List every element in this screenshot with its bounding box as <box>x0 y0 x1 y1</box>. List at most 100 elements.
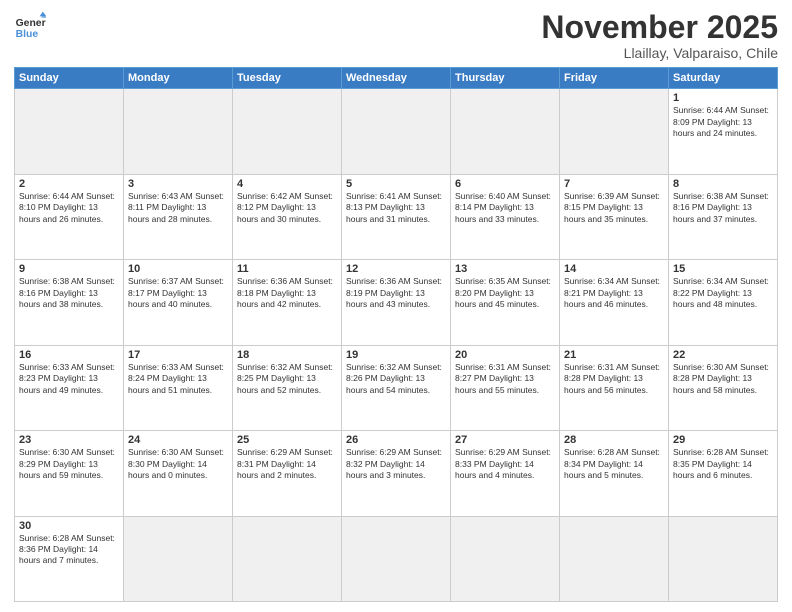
cell-date: 7 <box>564 178 664 190</box>
table-row: 23Sunrise: 6:30 AM Sunset: 8:29 PM Dayli… <box>15 431 124 516</box>
title-block: November 2025 Llaillay, Valparaiso, Chil… <box>541 10 778 61</box>
cell-date: 2 <box>19 178 119 190</box>
cell-info: Sunrise: 6:30 AM Sunset: 8:28 PM Dayligh… <box>673 362 773 396</box>
day-tuesday: Tuesday <box>233 68 342 89</box>
cell-date: 11 <box>237 263 337 275</box>
cell-info: Sunrise: 6:32 AM Sunset: 8:26 PM Dayligh… <box>346 362 446 396</box>
table-row <box>233 516 342 601</box>
cell-info: Sunrise: 6:39 AM Sunset: 8:15 PM Dayligh… <box>564 191 664 225</box>
table-row <box>124 89 233 174</box>
cell-date: 28 <box>564 434 664 446</box>
table-row: 22Sunrise: 6:30 AM Sunset: 8:28 PM Dayli… <box>669 345 778 430</box>
table-row <box>342 516 451 601</box>
cell-info: Sunrise: 6:40 AM Sunset: 8:14 PM Dayligh… <box>455 191 555 225</box>
table-row: 25Sunrise: 6:29 AM Sunset: 8:31 PM Dayli… <box>233 431 342 516</box>
svg-text:Blue: Blue <box>16 29 39 40</box>
table-row <box>560 516 669 601</box>
logo: General Blue <box>14 10 46 42</box>
cell-date: 25 <box>237 434 337 446</box>
svg-text:General: General <box>16 18 46 29</box>
cell-info: Sunrise: 6:34 AM Sunset: 8:21 PM Dayligh… <box>564 276 664 310</box>
cell-info: Sunrise: 6:32 AM Sunset: 8:25 PM Dayligh… <box>237 362 337 396</box>
cell-date: 26 <box>346 434 446 446</box>
cell-date: 16 <box>19 349 119 361</box>
cell-date: 9 <box>19 263 119 275</box>
month-title: November 2025 <box>541 10 778 45</box>
cell-info: Sunrise: 6:28 AM Sunset: 8:36 PM Dayligh… <box>19 533 119 567</box>
cell-info: Sunrise: 6:37 AM Sunset: 8:17 PM Dayligh… <box>128 276 228 310</box>
table-row: 5Sunrise: 6:41 AM Sunset: 8:13 PM Daylig… <box>342 174 451 259</box>
calendar: Sunday Monday Tuesday Wednesday Thursday… <box>14 67 778 602</box>
table-row <box>124 516 233 601</box>
table-row: 15Sunrise: 6:34 AM Sunset: 8:22 PM Dayli… <box>669 260 778 345</box>
logo-icon: General Blue <box>14 10 46 42</box>
cell-info: Sunrise: 6:34 AM Sunset: 8:22 PM Dayligh… <box>673 276 773 310</box>
cell-info: Sunrise: 6:33 AM Sunset: 8:24 PM Dayligh… <box>128 362 228 396</box>
table-row: 27Sunrise: 6:29 AM Sunset: 8:33 PM Dayli… <box>451 431 560 516</box>
day-sunday: Sunday <box>15 68 124 89</box>
table-row <box>560 89 669 174</box>
calendar-header: Sunday Monday Tuesday Wednesday Thursday… <box>15 68 778 89</box>
cell-date: 12 <box>346 263 446 275</box>
cell-date: 30 <box>19 520 119 532</box>
day-wednesday: Wednesday <box>342 68 451 89</box>
table-row: 10Sunrise: 6:37 AM Sunset: 8:17 PM Dayli… <box>124 260 233 345</box>
calendar-body: 1Sunrise: 6:44 AM Sunset: 8:09 PM Daylig… <box>15 89 778 602</box>
table-row: 17Sunrise: 6:33 AM Sunset: 8:24 PM Dayli… <box>124 345 233 430</box>
cell-date: 21 <box>564 349 664 361</box>
cell-date: 3 <box>128 178 228 190</box>
cell-date: 27 <box>455 434 555 446</box>
cell-date: 23 <box>19 434 119 446</box>
cell-date: 15 <box>673 263 773 275</box>
table-row: 8Sunrise: 6:38 AM Sunset: 8:16 PM Daylig… <box>669 174 778 259</box>
cell-info: Sunrise: 6:44 AM Sunset: 8:09 PM Dayligh… <box>673 105 773 139</box>
cell-info: Sunrise: 6:41 AM Sunset: 8:13 PM Dayligh… <box>346 191 446 225</box>
cell-date: 5 <box>346 178 446 190</box>
cell-info: Sunrise: 6:43 AM Sunset: 8:11 PM Dayligh… <box>128 191 228 225</box>
cell-info: Sunrise: 6:38 AM Sunset: 8:16 PM Dayligh… <box>673 191 773 225</box>
cell-date: 19 <box>346 349 446 361</box>
table-row: 12Sunrise: 6:36 AM Sunset: 8:19 PM Dayli… <box>342 260 451 345</box>
cell-date: 17 <box>128 349 228 361</box>
table-row: 9Sunrise: 6:38 AM Sunset: 8:16 PM Daylig… <box>15 260 124 345</box>
cell-info: Sunrise: 6:29 AM Sunset: 8:31 PM Dayligh… <box>237 447 337 481</box>
table-row: 30Sunrise: 6:28 AM Sunset: 8:36 PM Dayli… <box>15 516 124 601</box>
cell-date: 14 <box>564 263 664 275</box>
days-row: Sunday Monday Tuesday Wednesday Thursday… <box>15 68 778 89</box>
table-row: 2Sunrise: 6:44 AM Sunset: 8:10 PM Daylig… <box>15 174 124 259</box>
table-row <box>451 516 560 601</box>
cell-info: Sunrise: 6:44 AM Sunset: 8:10 PM Dayligh… <box>19 191 119 225</box>
cell-date: 13 <box>455 263 555 275</box>
day-saturday: Saturday <box>669 68 778 89</box>
table-row: 28Sunrise: 6:28 AM Sunset: 8:34 PM Dayli… <box>560 431 669 516</box>
table-row: 19Sunrise: 6:32 AM Sunset: 8:26 PM Dayli… <box>342 345 451 430</box>
table-row <box>669 516 778 601</box>
cell-info: Sunrise: 6:31 AM Sunset: 8:27 PM Dayligh… <box>455 362 555 396</box>
cell-info: Sunrise: 6:28 AM Sunset: 8:34 PM Dayligh… <box>564 447 664 481</box>
table-row: 18Sunrise: 6:32 AM Sunset: 8:25 PM Dayli… <box>233 345 342 430</box>
cell-info: Sunrise: 6:33 AM Sunset: 8:23 PM Dayligh… <box>19 362 119 396</box>
cell-info: Sunrise: 6:35 AM Sunset: 8:20 PM Dayligh… <box>455 276 555 310</box>
cell-info: Sunrise: 6:42 AM Sunset: 8:12 PM Dayligh… <box>237 191 337 225</box>
cell-info: Sunrise: 6:28 AM Sunset: 8:35 PM Dayligh… <box>673 447 773 481</box>
table-row: 4Sunrise: 6:42 AM Sunset: 8:12 PM Daylig… <box>233 174 342 259</box>
table-row <box>451 89 560 174</box>
table-row <box>342 89 451 174</box>
cell-info: Sunrise: 6:29 AM Sunset: 8:33 PM Dayligh… <box>455 447 555 481</box>
cell-info: Sunrise: 6:30 AM Sunset: 8:29 PM Dayligh… <box>19 447 119 481</box>
cell-info: Sunrise: 6:38 AM Sunset: 8:16 PM Dayligh… <box>19 276 119 310</box>
table-row: 13Sunrise: 6:35 AM Sunset: 8:20 PM Dayli… <box>451 260 560 345</box>
cell-info: Sunrise: 6:30 AM Sunset: 8:30 PM Dayligh… <box>128 447 228 481</box>
table-row: 1Sunrise: 6:44 AM Sunset: 8:09 PM Daylig… <box>669 89 778 174</box>
location: Llaillay, Valparaiso, Chile <box>541 45 778 61</box>
cell-date: 29 <box>673 434 773 446</box>
table-row: 6Sunrise: 6:40 AM Sunset: 8:14 PM Daylig… <box>451 174 560 259</box>
day-friday: Friday <box>560 68 669 89</box>
table-row: 11Sunrise: 6:36 AM Sunset: 8:18 PM Dayli… <box>233 260 342 345</box>
cell-info: Sunrise: 6:31 AM Sunset: 8:28 PM Dayligh… <box>564 362 664 396</box>
table-row: 29Sunrise: 6:28 AM Sunset: 8:35 PM Dayli… <box>669 431 778 516</box>
day-thursday: Thursday <box>451 68 560 89</box>
cell-date: 1 <box>673 92 773 104</box>
cell-date: 22 <box>673 349 773 361</box>
header: General Blue November 2025 Llaillay, Val… <box>14 10 778 61</box>
